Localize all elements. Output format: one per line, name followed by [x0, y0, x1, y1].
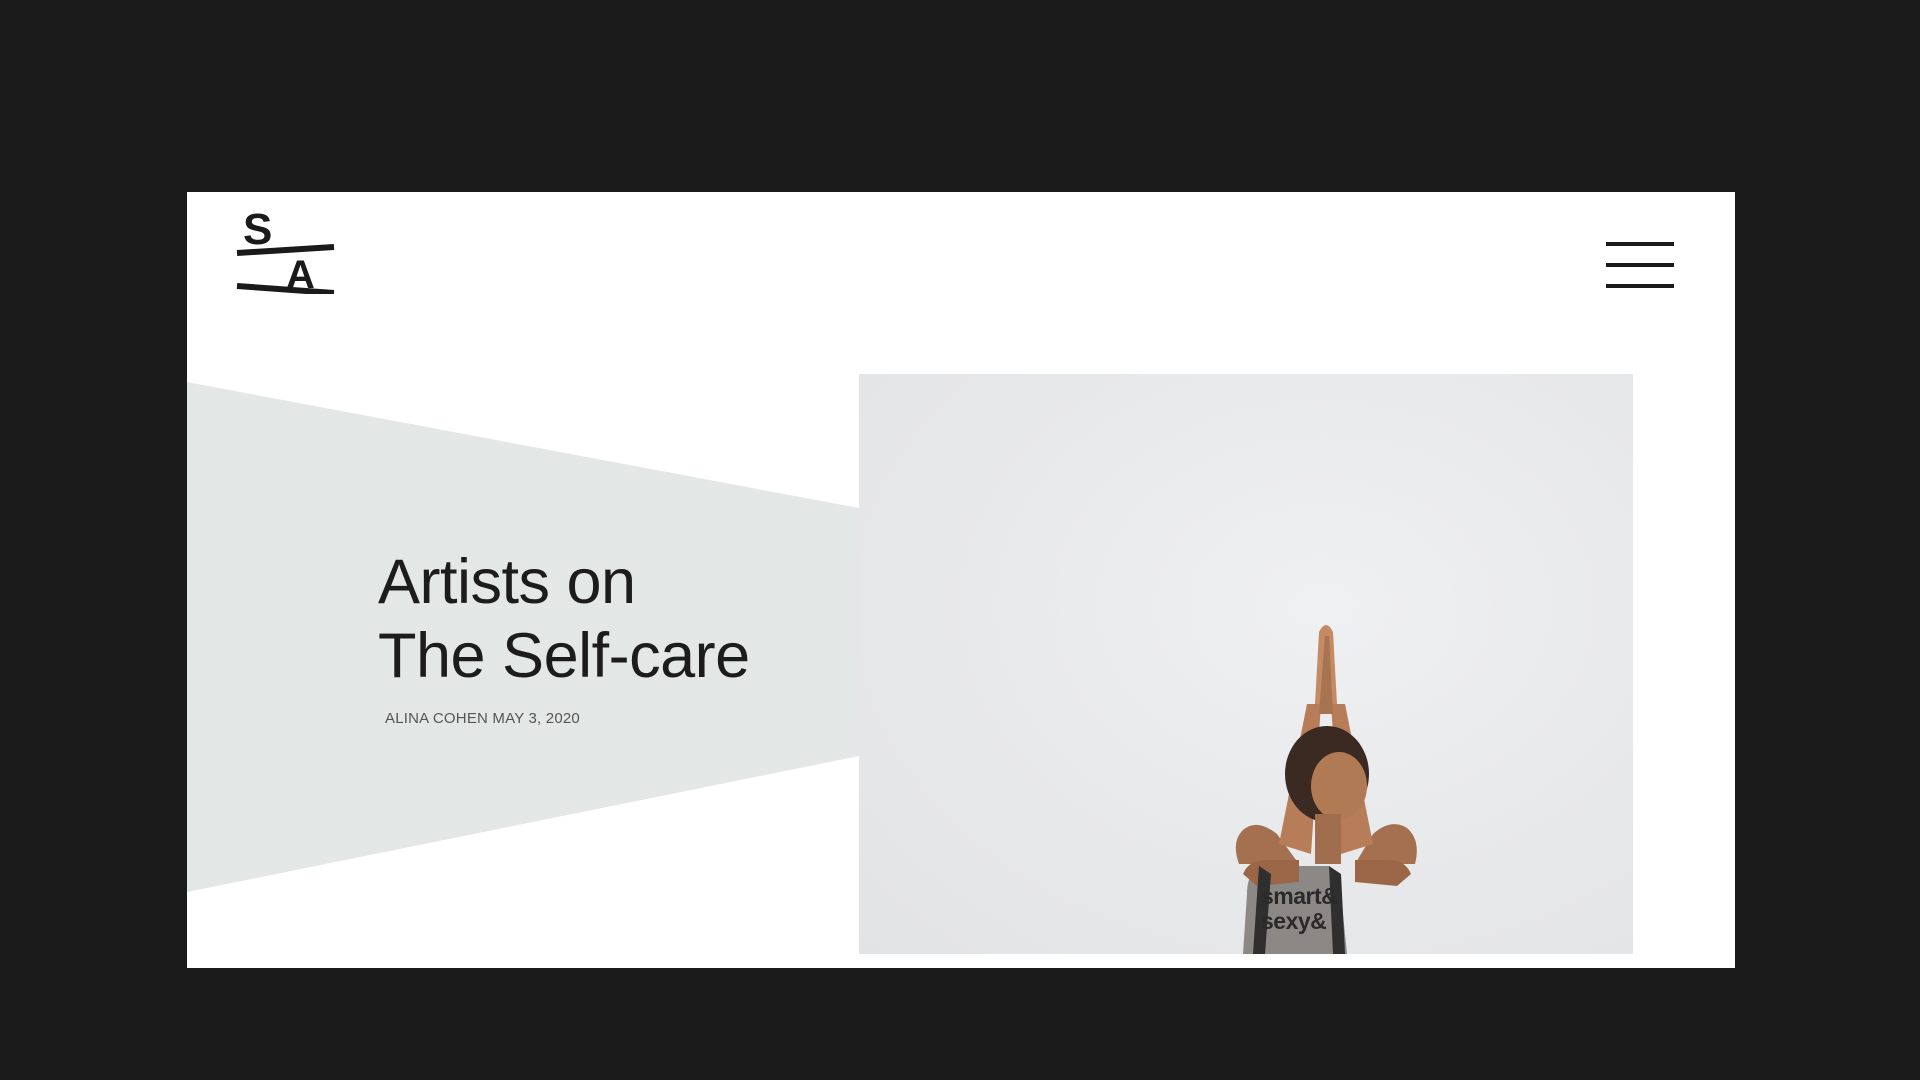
- site-logo[interactable]: S A: [235, 205, 337, 297]
- menu-bar-middle: [1606, 263, 1674, 267]
- article-title-line-1: Artists on: [378, 547, 636, 617]
- hamburger-menu-icon[interactable]: [1606, 242, 1676, 290]
- shirt-print: smart& sexy&: [1261, 883, 1338, 934]
- website-frame: S A Artists on The Self-care ALINA COHEN…: [187, 192, 1735, 968]
- yoga-woman-illustration: [1235, 625, 1417, 954]
- article-byline: ALINA COHEN MAY 3, 2020: [385, 710, 580, 727]
- shirt-text-line-1: smart&: [1261, 883, 1338, 909]
- hero-photo: smart& sexy&: [859, 374, 1633, 954]
- shirt-text-line-2: sexy&: [1261, 908, 1327, 934]
- menu-bar-bottom: [1606, 284, 1674, 288]
- article-title[interactable]: Artists on The Self-care: [378, 545, 750, 693]
- menu-bar-top: [1606, 242, 1674, 246]
- logo-letter-s: S: [243, 206, 272, 254]
- article-title-line-2: The Self-care: [378, 621, 750, 691]
- logo-mark: S A: [236, 205, 335, 297]
